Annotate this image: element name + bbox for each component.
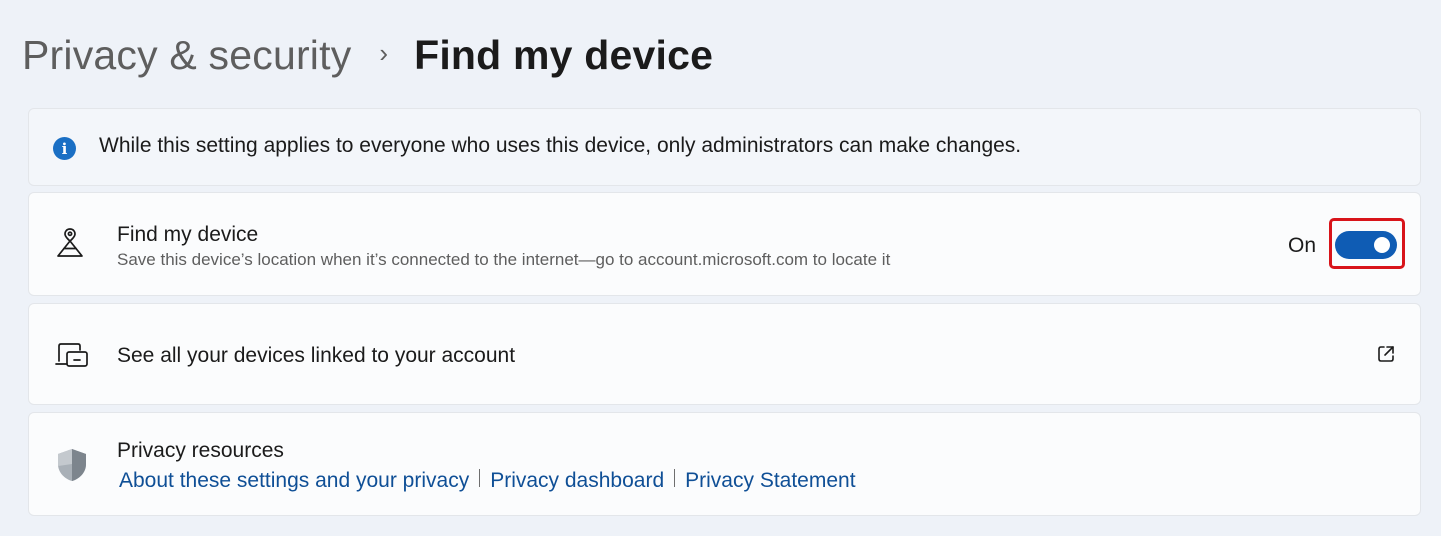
link-divider — [479, 469, 481, 487]
find-my-device-description: Save this device’s location when it’s co… — [117, 250, 891, 269]
toggle-state-label: On — [1287, 234, 1316, 257]
find-my-device-toggle[interactable] — [1335, 231, 1397, 259]
breadcrumb: Privacy & security › Find my device — [22, 28, 713, 82]
info-icon: i — [53, 137, 76, 160]
devices-icon — [55, 342, 89, 375]
privacy-statement-link[interactable]: Privacy Statement — [685, 469, 855, 493]
privacy-resources-title: Privacy resources — [117, 439, 284, 462]
person-location-icon — [55, 227, 85, 264]
linked-devices-title: See all your devices linked to your acco… — [117, 344, 516, 367]
privacy-links: About these settings and your privacy Pr… — [119, 469, 856, 493]
breadcrumb-chevron-icon: › — [379, 37, 389, 68]
linked-devices-link-row[interactable]: See all your devices linked to your acco… — [28, 303, 1421, 405]
breadcrumb-parent-privacy-security[interactable]: Privacy & security — [22, 32, 351, 79]
info-banner-text: While this setting applies to everyone w… — [99, 134, 1022, 157]
find-my-device-title: Find my device — [117, 223, 259, 246]
link-divider — [674, 469, 676, 487]
privacy-resources-card: Privacy resources About these settings a… — [28, 412, 1421, 516]
privacy-dashboard-link[interactable]: Privacy dashboard — [490, 469, 664, 493]
external-link-icon[interactable] — [1376, 344, 1396, 369]
about-settings-privacy-link[interactable]: About these settings and your privacy — [119, 469, 469, 493]
settings-page: Privacy & security › Find my device i Wh… — [0, 0, 1441, 536]
find-my-device-setting: Find my device Save this device’s locati… — [28, 192, 1421, 296]
page-title: Find my device — [414, 31, 714, 78]
toggle-knob — [1374, 237, 1390, 253]
shield-icon — [55, 447, 89, 488]
admin-info-banner: i While this setting applies to everyone… — [28, 108, 1421, 186]
